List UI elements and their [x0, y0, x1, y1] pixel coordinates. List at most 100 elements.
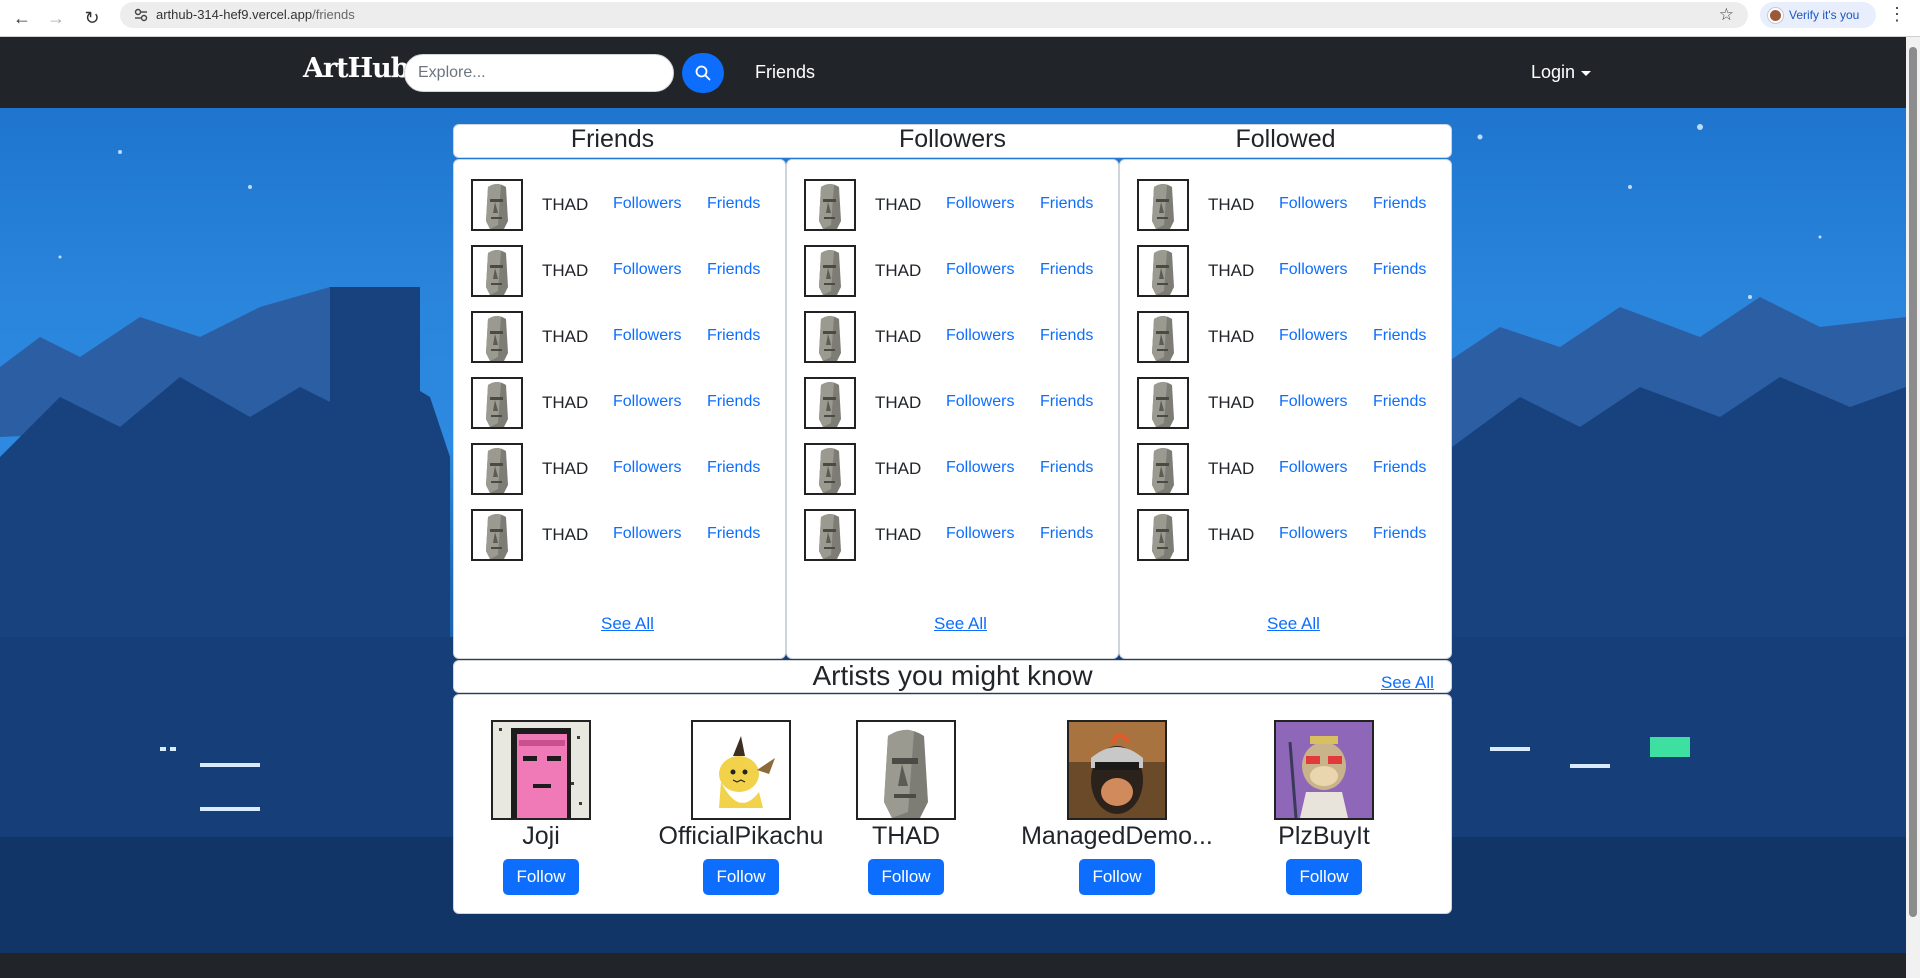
followers-link[interactable]: Followers	[946, 195, 1014, 213]
user-name[interactable]: THAD	[542, 459, 588, 479]
user-name[interactable]: THAD	[542, 261, 588, 281]
friends-link[interactable]: Friends	[1040, 459, 1093, 477]
user-avatar[interactable]	[1137, 377, 1189, 429]
friends-link[interactable]: Friends	[707, 459, 760, 477]
followers-link[interactable]: Followers	[946, 327, 1014, 345]
artist-name[interactable]: OfficialPikachu	[651, 822, 831, 851]
followers-link[interactable]: Followers	[1279, 195, 1347, 213]
friends-link[interactable]: Friends	[1373, 459, 1426, 477]
user-avatar[interactable]	[471, 311, 523, 363]
followers-link[interactable]: Followers	[613, 327, 681, 345]
followers-link[interactable]: Followers	[613, 459, 681, 477]
user-avatar[interactable]	[471, 509, 523, 561]
search-button[interactable]	[682, 53, 724, 93]
page-scrollbar[interactable]	[1906, 37, 1920, 978]
friends-link[interactable]: Friends	[707, 525, 760, 543]
follow-button[interactable]: Follow	[1286, 859, 1362, 895]
followers-link[interactable]: Followers	[1279, 525, 1347, 543]
user-name[interactable]: THAD	[875, 195, 921, 215]
artist-name[interactable]: Joji	[480, 822, 602, 851]
friends-link[interactable]: Friends	[1040, 195, 1093, 213]
user-avatar[interactable]	[804, 245, 856, 297]
friends-link[interactable]: Friends	[707, 393, 760, 411]
followers-link[interactable]: Followers	[946, 459, 1014, 477]
forward-icon[interactable]: →	[42, 4, 70, 32]
followers-link[interactable]: Followers	[613, 195, 681, 213]
verify-button[interactable]: Verify it's you	[1760, 2, 1876, 28]
artist-avatar-joji[interactable]	[491, 720, 591, 820]
user-name[interactable]: THAD	[542, 393, 588, 413]
user-name[interactable]: THAD	[542, 195, 588, 215]
user-avatar[interactable]	[471, 377, 523, 429]
followers-link[interactable]: Followers	[613, 525, 681, 543]
user-name[interactable]: THAD	[542, 327, 588, 347]
user-avatar[interactable]	[804, 443, 856, 495]
followed-see-all-link[interactable]: See All	[1267, 614, 1320, 634]
address-bar[interactable]: arthub-314-hef9.vercel.app/friends ☆	[120, 2, 1748, 28]
user-name[interactable]: THAD	[875, 327, 921, 347]
friends-link[interactable]: Friends	[1373, 327, 1426, 345]
artists-see-all-link[interactable]: See All	[1381, 673, 1434, 693]
user-avatar[interactable]	[471, 443, 523, 495]
user-name[interactable]: THAD	[1208, 327, 1254, 347]
friends-link[interactable]: Friends	[1040, 393, 1093, 411]
browser-menu-icon[interactable]: ⋮	[1888, 4, 1906, 25]
friends-see-all-link[interactable]: See All	[601, 614, 654, 634]
friends-link[interactable]: Friends	[1040, 261, 1093, 279]
follow-button[interactable]: Follow	[503, 859, 579, 895]
back-icon[interactable]: ←	[8, 4, 36, 32]
friends-link[interactable]: Friends	[1373, 393, 1426, 411]
user-name[interactable]: THAD	[875, 525, 921, 545]
artist-name[interactable]: PlzBuyIt	[1258, 822, 1390, 851]
user-name[interactable]: THAD	[875, 459, 921, 479]
reload-icon[interactable]: ↻	[78, 4, 106, 32]
user-avatar[interactable]	[471, 245, 523, 297]
user-avatar[interactable]	[804, 179, 856, 231]
nav-friends-link[interactable]: Friends	[755, 62, 815, 83]
followers-link[interactable]: Followers	[1279, 459, 1347, 477]
user-avatar[interactable]	[804, 311, 856, 363]
bookmark-star-icon[interactable]: ☆	[1719, 5, 1734, 25]
artist-avatar-officialpikachu[interactable]	[691, 720, 791, 820]
user-name[interactable]: THAD	[542, 525, 588, 545]
user-avatar[interactable]	[471, 179, 523, 231]
user-name[interactable]: THAD	[1208, 393, 1254, 413]
artist-name[interactable]: ManagedDemo...	[1017, 822, 1217, 851]
user-avatar[interactable]	[804, 509, 856, 561]
user-avatar[interactable]	[1137, 311, 1189, 363]
followers-link[interactable]: Followers	[1279, 327, 1347, 345]
user-name[interactable]: THAD	[1208, 261, 1254, 281]
brand-logo[interactable]: ArtHub	[303, 53, 410, 84]
follow-button[interactable]: Follow	[1079, 859, 1155, 895]
user-avatar[interactable]	[1137, 179, 1189, 231]
followers-link[interactable]: Followers	[613, 393, 681, 411]
user-avatar[interactable]	[804, 377, 856, 429]
followers-see-all-link[interactable]: See All	[934, 614, 987, 634]
search-input[interactable]	[404, 54, 674, 92]
user-name[interactable]: THAD	[1208, 195, 1254, 215]
followers-link[interactable]: Followers	[613, 261, 681, 279]
friends-link[interactable]: Friends	[1373, 525, 1426, 543]
friends-link[interactable]: Friends	[1040, 525, 1093, 543]
user-avatar[interactable]	[1137, 509, 1189, 561]
user-avatar[interactable]	[1137, 245, 1189, 297]
friends-link[interactable]: Friends	[707, 195, 760, 213]
follow-button[interactable]: Follow	[703, 859, 779, 895]
user-name[interactable]: THAD	[1208, 459, 1254, 479]
follow-button[interactable]: Follow	[868, 859, 944, 895]
login-dropdown[interactable]: Login	[1531, 62, 1592, 83]
friends-link[interactable]: Friends	[1373, 195, 1426, 213]
friends-link[interactable]: Friends	[1040, 327, 1093, 345]
followers-link[interactable]: Followers	[1279, 261, 1347, 279]
artist-avatar-manageddemo[interactable]	[1067, 720, 1167, 820]
user-avatar[interactable]	[1137, 443, 1189, 495]
friends-link[interactable]: Friends	[1373, 261, 1426, 279]
friends-link[interactable]: Friends	[707, 327, 760, 345]
site-info-icon[interactable]	[134, 8, 148, 22]
artist-avatar-thad[interactable]	[856, 720, 956, 820]
artist-name[interactable]: THAD	[856, 822, 956, 851]
friends-link[interactable]: Friends	[707, 261, 760, 279]
user-name[interactable]: THAD	[875, 261, 921, 281]
followers-link[interactable]: Followers	[1279, 393, 1347, 411]
artist-avatar-plzbuyit[interactable]	[1274, 720, 1374, 820]
